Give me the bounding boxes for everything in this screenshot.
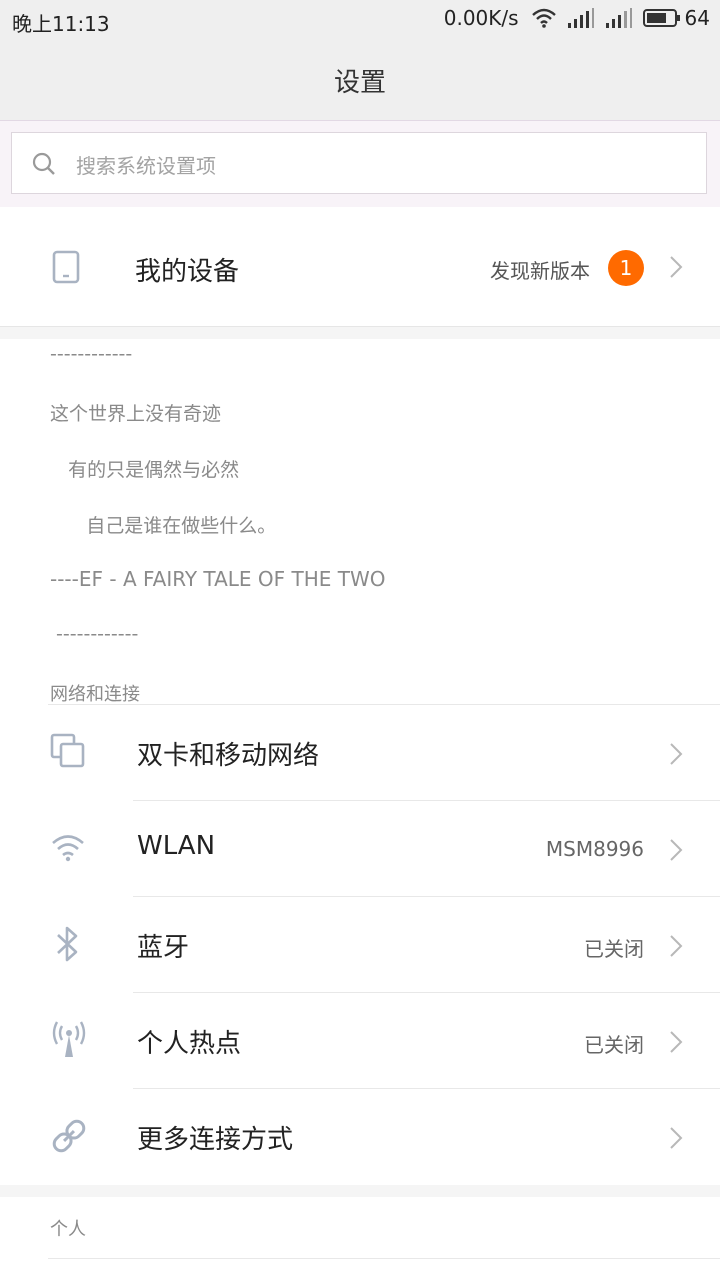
list-item-dual-sim[interactable]: 双卡和移动网络 [0,705,720,801]
quote-line: ------------ [50,623,139,645]
list-item-label: WLAN [137,831,216,861]
list-item-value: MSM8996 [545,837,644,861]
status-time: 晚上11:13 [12,12,110,36]
title-bar: 设置 [0,38,720,121]
search-area: 搜索系统设置项 [0,121,720,207]
update-status: 发现新版本 [490,259,590,283]
bluetooth-icon [57,926,78,962]
search-input[interactable]: 搜索系统设置项 [11,132,707,194]
list-item-hotspot[interactable]: 个人热点 已关闭 [0,993,720,1089]
quote-line: 自己是谁在做些什么。 [50,515,277,537]
search-placeholder: 搜索系统设置项 [76,154,216,178]
chevron-right-icon [670,743,683,765]
quote-block: ------------ 这个世界上没有奇迹 有的只是偶然与必然 自己是谁在做些… [0,339,720,699]
search-icon [32,152,55,175]
chevron-right-icon [670,935,683,957]
chevron-right-icon [670,1031,683,1053]
list-item-more-connections[interactable]: 更多连接方式 [0,1089,720,1185]
list-item-value: 已关闭 [584,937,644,961]
list-item-label: 蓝牙 [137,933,190,963]
wifi-icon [531,8,556,28]
list-item-label: 更多连接方式 [137,1125,294,1155]
list-item-label: 双卡和移动网络 [137,741,320,771]
dual-sim-icon [50,733,85,768]
quote-line: 这个世界上没有奇迹 [50,403,222,425]
chevron-right-icon [670,1127,683,1149]
hotspot-icon [52,1021,86,1057]
status-right: 0.00K/s 64 [444,6,710,30]
chevron-right-icon [670,839,683,861]
quote-line: 有的只是偶然与必然 [50,459,240,481]
phone-icon [52,250,80,284]
section-header-network: 网络和连接 [50,684,140,705]
update-badge: 1 [608,250,644,286]
section-gap [0,327,720,339]
battery-indicator: 64 [642,6,710,30]
my-device-item[interactable]: 我的设备 发现新版本 1 [0,207,720,327]
battery-level: 64 [684,6,710,30]
wifi-icon [52,835,84,862]
quote-line: ----EF - A FAIRY TALE OF THE TWO [50,567,386,591]
personal-section: 个人 [0,1197,720,1280]
quote-line: ------------ [50,343,133,365]
my-device-label: 我的设备 [135,257,240,287]
chevron-right-icon [670,256,683,278]
list-item-wlan[interactable]: WLAN MSM8996 [0,801,720,897]
link-icon [52,1119,86,1153]
signal-icon [567,8,594,28]
network-speed: 0.00K/s [443,6,519,30]
list-item-value: 已关闭 [584,1033,644,1057]
signal-icon [605,8,632,28]
status-bar: 晚上11:13 0.00K/s 64 [0,0,720,38]
list-item-label: 个人热点 [137,1029,242,1059]
page-title: 设置 [333,68,386,98]
section-header-personal: 个人 [50,1219,86,1240]
divider [48,1258,720,1259]
list-item-bluetooth[interactable]: 蓝牙 已关闭 [0,897,720,993]
battery-icon [642,9,680,27]
section-gap [0,1185,720,1197]
